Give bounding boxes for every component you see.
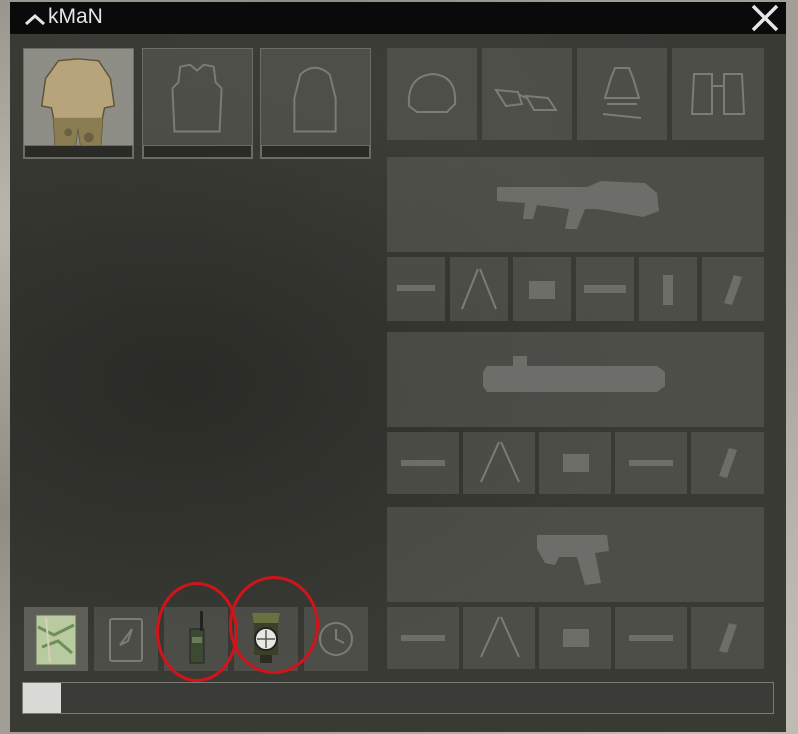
backpack-icon — [293, 66, 337, 133]
load-bar — [22, 682, 774, 714]
uniform-icon — [40, 58, 116, 148]
binocular-slot[interactable] — [672, 48, 764, 140]
handgun-optic-slot[interactable] — [615, 607, 687, 669]
handgun-slot[interactable] — [387, 507, 764, 602]
vest-slot[interactable] — [142, 48, 253, 159]
scope-icon — [629, 460, 673, 466]
goggles-slot[interactable] — [482, 48, 572, 140]
bipod-icon — [461, 268, 497, 310]
curved-magazine-icon — [719, 623, 737, 653]
launcher-slot[interactable] — [387, 332, 764, 427]
radio-highlight-ring — [156, 582, 238, 682]
compass-highlight-ring — [229, 576, 319, 674]
curved-magazine-icon — [719, 448, 737, 478]
hmd-slot[interactable] — [577, 48, 667, 140]
gps-slot[interactable] — [94, 607, 158, 671]
uniform-slot[interactable] — [23, 48, 134, 159]
launcher-rail-slot[interactable] — [539, 432, 611, 494]
handgun-rail-slot[interactable] — [539, 607, 611, 669]
magazine-icon — [663, 275, 673, 305]
flashlight-icon — [563, 629, 589, 647]
bipod-icon — [480, 441, 520, 483]
handgun-magazine-slot[interactable] — [691, 607, 764, 669]
backpack-slot[interactable] — [260, 48, 371, 159]
backpack-durability-bar — [261, 145, 370, 158]
chevron-up-icon[interactable] — [24, 11, 46, 27]
primary-magazine-slot[interactable] — [639, 257, 697, 321]
rifle-icon — [497, 181, 659, 229]
suppressor-icon — [397, 285, 435, 291]
vest-icon — [171, 63, 223, 133]
gps-icon — [109, 618, 143, 662]
scope-icon — [584, 285, 626, 293]
launcher-icon — [483, 356, 665, 392]
flashlight-icon — [529, 281, 555, 299]
primary-secondary-mag-slot[interactable] — [702, 257, 764, 321]
title-bar[interactable]: kMaN — [10, 2, 786, 34]
handgun-bipod-slot[interactable] — [463, 607, 535, 669]
bipod-icon — [480, 616, 520, 658]
primary-rail-slot[interactable] — [513, 257, 571, 321]
inventory-window: kMaN — [10, 2, 786, 732]
suppressor-icon — [401, 460, 445, 466]
helmet-icon — [407, 72, 457, 113]
player-name: kMaN — [48, 5, 103, 28]
vest-durability-bar — [143, 145, 252, 158]
map-icon — [35, 614, 77, 666]
map-slot[interactable] — [24, 607, 88, 671]
nvg-icon — [602, 67, 642, 119]
load-bar-fill — [23, 683, 61, 713]
launcher-magazine-slot[interactable] — [691, 432, 764, 494]
pistol-icon — [537, 535, 609, 585]
curved-magazine-icon — [724, 275, 742, 305]
close-icon[interactable] — [750, 4, 780, 32]
handgun-muzzle-slot[interactable] — [387, 607, 459, 669]
headgear-slot[interactable] — [387, 48, 477, 140]
binoculars-icon — [690, 73, 746, 115]
flashlight-icon — [563, 454, 589, 472]
suppressor-icon — [401, 635, 445, 641]
primary-bipod-slot[interactable] — [450, 257, 508, 321]
primary-weapon-slot[interactable] — [387, 157, 764, 252]
glasses-icon — [494, 88, 558, 111]
scope-icon — [629, 635, 673, 641]
launcher-optic-slot[interactable] — [615, 432, 687, 494]
launcher-muzzle-slot[interactable] — [387, 432, 459, 494]
primary-optic-slot[interactable] — [576, 257, 634, 321]
uniform-durability-bar — [24, 145, 133, 158]
primary-muzzle-slot[interactable] — [387, 257, 445, 321]
launcher-bipod-slot[interactable] — [463, 432, 535, 494]
